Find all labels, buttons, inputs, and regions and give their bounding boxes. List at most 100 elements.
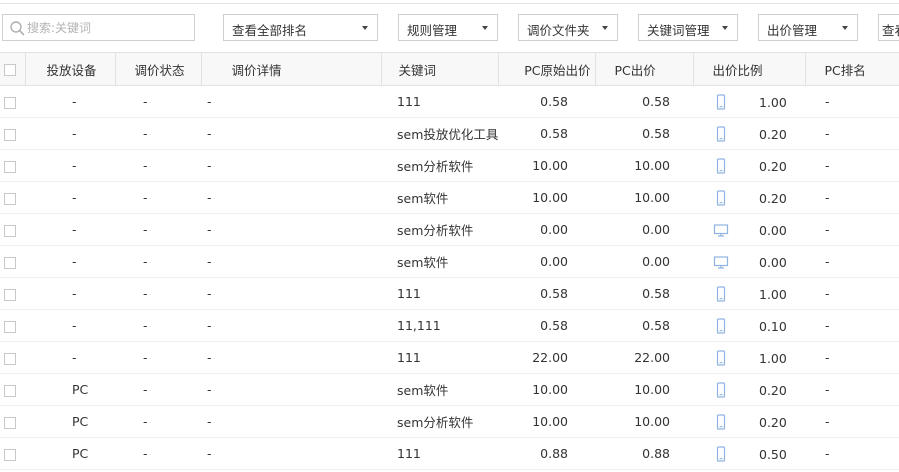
caret-down-icon	[602, 26, 608, 30]
cell-bid-ratio: 1.00	[693, 341, 805, 374]
desktop-icon	[713, 256, 729, 269]
ratio-wrap: 0.20	[713, 190, 787, 206]
dropdown-label: 查看	[882, 23, 899, 38]
cell-pc-bid[interactable]: 0.58	[595, 309, 693, 342]
header-pc-original-bid[interactable]: PC原始出价	[498, 52, 596, 86]
row-select-cell	[0, 181, 25, 214]
mobile-icon	[716, 446, 726, 462]
table-row[interactable]: - - - sem软件 0.00 0.00 0.00-	[0, 245, 899, 278]
cell-pc-rank: -	[805, 341, 899, 374]
header-pc-rank[interactable]: PC排名	[805, 52, 899, 86]
cell-pc-bid[interactable]: 10.00	[595, 373, 693, 406]
row-checkbox[interactable]	[4, 384, 16, 397]
keyword-management-dropdown[interactable]: 关键词管理	[638, 14, 738, 41]
table-row[interactable]: - - - sem软件 10.00 10.00 0.20-	[0, 181, 899, 214]
row-checkbox[interactable]	[4, 128, 16, 141]
row-checkbox[interactable]	[4, 192, 16, 205]
cell-pc-bid[interactable]: 10.00	[595, 149, 693, 182]
cell-pc-original-bid: 10.00	[498, 373, 595, 406]
cell-pc-bid[interactable]: 0.58	[595, 277, 693, 310]
cell-status: -	[115, 309, 201, 342]
table-row[interactable]: - - -11,111 0.58 0.58 0.10-	[0, 309, 899, 342]
header-bid-ratio[interactable]: 出价比例	[693, 52, 806, 86]
table-row[interactable]: - - - sem分析软件 0.00 0.00 0.00-	[0, 213, 899, 246]
table-row[interactable]: - - - sem分析软件 10.00 10.00 0.20-	[0, 149, 899, 182]
cell-device: -	[25, 341, 115, 374]
mobile-icon	[716, 158, 726, 174]
cell-pc-bid[interactable]: 10.00	[595, 405, 693, 438]
row-select-cell	[0, 149, 25, 182]
top-divider	[0, 3, 899, 4]
search-input[interactable]	[27, 16, 187, 39]
cell-pc-rank: -	[805, 437, 899, 470]
cell-status: -	[115, 149, 201, 182]
header-detail[interactable]: 调价详情	[201, 52, 382, 86]
cell-pc-rank: -	[805, 85, 899, 118]
cell-bid-ratio: 0.10	[693, 309, 805, 342]
cell-detail: -	[201, 277, 381, 310]
table-row[interactable]: - - - sem投放优化工具 0.58 0.58 0.20-	[0, 117, 899, 150]
row-checkbox[interactable]	[4, 416, 16, 429]
cell-pc-original-bid: 10.00	[498, 405, 595, 438]
ratio-value: 0.20	[759, 126, 787, 142]
row-checkbox[interactable]	[4, 160, 16, 173]
view-all-rankings-dropdown[interactable]: 查看全部排名	[223, 14, 378, 41]
ratio-value: 0.20	[759, 190, 787, 206]
header-pc-bid[interactable]: PC出价	[595, 52, 694, 86]
table-row[interactable]: PC - - sem软件 10.00 10.00 0.20-	[0, 373, 899, 406]
bid-management-dropdown[interactable]: 出价管理	[758, 14, 858, 41]
table-row[interactable]: - - -111 22.00 22.00 1.00-	[0, 341, 899, 374]
cell-pc-bid[interactable]: 0.58	[595, 117, 693, 150]
table-row[interactable]: - - -111 0.58 0.58 1.00-	[0, 277, 899, 310]
rule-management-dropdown[interactable]: 规则管理	[398, 14, 498, 41]
cell-detail: -	[201, 181, 381, 214]
cell-pc-rank: -	[805, 181, 899, 214]
row-checkbox[interactable]	[4, 320, 16, 333]
table-row[interactable]: PC - -111 0.88 0.88 0.50-	[0, 437, 899, 470]
ratio-value: 1.00	[759, 286, 787, 302]
ratio-wrap: 0.20	[713, 158, 787, 174]
ratio-wrap: 1.00	[713, 94, 787, 110]
row-checkbox[interactable]	[4, 256, 16, 269]
cell-keyword: sem软件	[381, 181, 498, 214]
cell-pc-bid[interactable]: 0.00	[595, 245, 693, 278]
cell-pc-bid[interactable]: 10.00	[595, 181, 693, 214]
search-icon	[10, 21, 25, 36]
cell-pc-bid[interactable]: 22.00	[595, 341, 693, 374]
cell-bid-ratio: 1.00	[693, 277, 805, 310]
keyword-bid-table: 投放设备 调价状态 调价详情 关键词 PC原始出价 PC出价 出价比例 PC排名…	[0, 52, 899, 470]
table-row[interactable]: PC - - sem分析软件 10.00 10.00 0.20-	[0, 405, 899, 438]
cell-pc-bid[interactable]: 0.58	[595, 85, 693, 118]
search-box[interactable]	[2, 14, 195, 41]
header-keyword[interactable]: 关键词	[381, 52, 499, 86]
cell-pc-original-bid: 0.58	[498, 309, 595, 342]
row-checkbox[interactable]	[4, 448, 16, 461]
cell-detail: -	[201, 149, 381, 182]
row-checkbox[interactable]	[4, 96, 16, 109]
header-status[interactable]: 调价状态	[115, 52, 202, 86]
dropdown-label: 关键词管理	[647, 23, 710, 38]
cell-status: -	[115, 437, 201, 470]
dropdown-label: 出价管理	[767, 23, 818, 38]
row-select-cell	[0, 405, 25, 438]
header-device[interactable]: 投放设备	[25, 52, 116, 86]
cell-device: -	[25, 85, 115, 118]
cell-status: -	[115, 213, 201, 246]
cell-device: PC	[25, 405, 115, 438]
select-all-checkbox[interactable]	[4, 64, 16, 76]
cell-device: -	[25, 309, 115, 342]
ratio-wrap: 1.00	[713, 286, 787, 302]
row-checkbox[interactable]	[4, 224, 16, 237]
cell-bid-ratio: 0.20	[693, 373, 805, 406]
view-dropdown[interactable]: 查看	[878, 14, 899, 41]
cell-keyword: sem分析软件	[381, 213, 498, 246]
cell-pc-bid[interactable]: 0.00	[595, 213, 693, 246]
row-select-cell	[0, 437, 25, 470]
mobile-icon	[716, 190, 726, 206]
cell-pc-bid[interactable]: 0.88	[595, 437, 693, 470]
caret-down-icon	[362, 26, 368, 30]
table-row[interactable]: - - -111 0.58 0.58 1.00-	[0, 85, 899, 118]
row-checkbox[interactable]	[4, 352, 16, 365]
row-checkbox[interactable]	[4, 288, 16, 301]
price-folder-dropdown[interactable]: 调价文件夹	[518, 14, 618, 41]
